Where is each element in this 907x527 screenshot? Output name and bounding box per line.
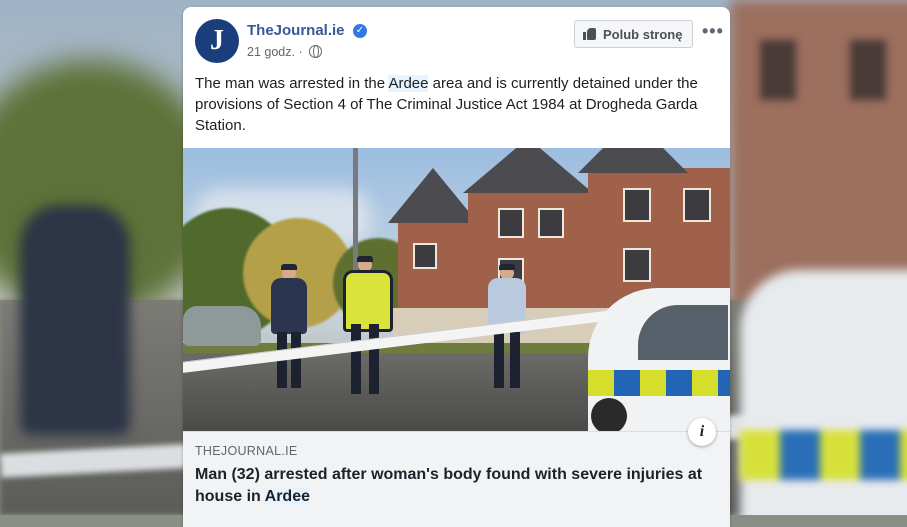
photo-window xyxy=(623,248,651,282)
facebook-post-card: J TheJournal.ie ✓ 21 godz. · Polub stron… xyxy=(183,7,730,527)
photo-house xyxy=(468,188,588,308)
like-page-button[interactable]: Polub stronę xyxy=(574,20,694,48)
photo-garda-officer xyxy=(271,264,307,396)
photo-window xyxy=(538,208,564,238)
post-photo[interactable] xyxy=(183,148,730,431)
link-domain: THEJOURNAL.IE xyxy=(195,444,298,458)
more-options-icon[interactable]: ••• xyxy=(702,21,724,42)
photo-roof xyxy=(578,148,688,173)
background-window xyxy=(850,40,886,100)
photo-roof xyxy=(463,148,593,193)
post-meta: 21 godz. · xyxy=(247,45,322,59)
photo-window xyxy=(498,208,524,238)
globe-icon xyxy=(308,45,322,58)
background-officer xyxy=(20,205,130,435)
photo-parked-car xyxy=(183,306,261,346)
post-text-highlight[interactable]: Ardee xyxy=(388,75,429,92)
photo-window xyxy=(623,188,651,222)
link-headline-highlight[interactable]: Ardee xyxy=(264,488,310,505)
photo-car-wheel xyxy=(591,398,627,431)
post-text: The man was arrested in the Ardee area a… xyxy=(195,73,720,136)
verified-badge-icon: ✓ xyxy=(353,24,367,38)
page-name-link[interactable]: TheJournal.ie xyxy=(247,22,345,39)
background-car-stripe xyxy=(740,430,907,480)
post-timestamp[interactable]: 21 godz. xyxy=(247,45,295,59)
link-headline[interactable]: Man (32) arrested after woman's body fou… xyxy=(195,464,710,508)
photo-window xyxy=(413,243,437,269)
photo-police-car-stripe xyxy=(588,370,730,396)
photo-garda-officer xyxy=(343,256,393,408)
link-preview[interactable]: THEJOURNAL.IE Man (32) arrested after wo… xyxy=(183,431,730,527)
page-avatar[interactable]: J xyxy=(195,19,239,63)
photo-police-car-window xyxy=(638,305,728,360)
like-page-label: Polub stronę xyxy=(603,26,683,42)
background-window xyxy=(760,40,796,100)
info-icon[interactable]: i xyxy=(688,418,716,446)
photo-window xyxy=(683,188,711,222)
post-text-part: The man was arrested in the xyxy=(195,75,389,92)
avatar-letter: J xyxy=(210,25,224,56)
thumbs-up-icon xyxy=(583,28,597,40)
